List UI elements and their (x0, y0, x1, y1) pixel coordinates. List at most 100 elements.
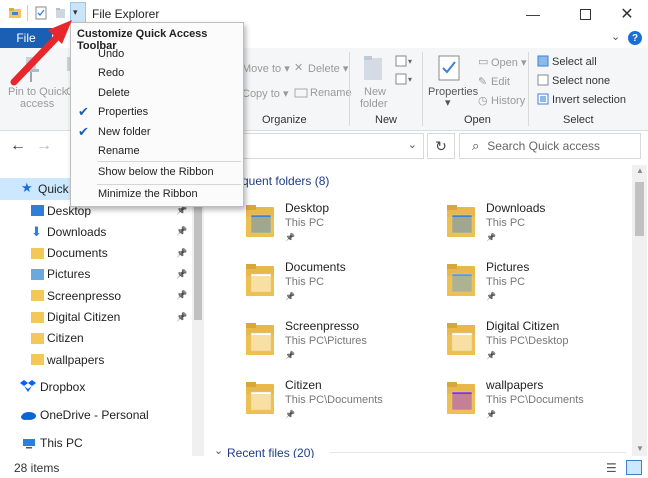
menu-item-properties[interactable]: ✔ Properties (71, 103, 243, 122)
folder-tile[interactable]: Downloads This PC 📌 (446, 201, 636, 257)
pin-icon: 📌 (176, 247, 188, 258)
minimize-button[interactable]: — (510, 0, 556, 28)
select-none-button[interactable]: Select none (552, 75, 610, 87)
folder-name: Pictures (486, 260, 530, 274)
menu-item-label: Minimize the Ribbon (98, 188, 198, 200)
content-scroll-thumb[interactable] (635, 182, 644, 236)
folder-name: Screenpresso (285, 319, 360, 333)
folder-tile[interactable]: wallpapers This PC\Documents 📌 (446, 378, 636, 434)
collapse-ribbon-icon[interactable]: ⌄ (611, 30, 620, 43)
folder-name: wallpapers (486, 378, 544, 392)
folder-icon (447, 382, 475, 414)
new-folder-label[interactable]: New (364, 86, 386, 98)
nav-item-digital-citizen[interactable]: Digital Citizen 📌 (0, 307, 192, 328)
scroll-down-icon[interactable]: ▼ (636, 444, 644, 453)
move-to-button[interactable]: Move to ▾ (242, 62, 290, 75)
menu-item-undo[interactable]: Undo (71, 45, 243, 64)
nav-item-label: Screenpresso (47, 288, 122, 303)
menu-item-rename[interactable]: Rename (71, 142, 243, 161)
search-box[interactable]: ⌕ Search Quick access (459, 133, 641, 159)
select-all-button[interactable]: Select all (552, 56, 597, 68)
refresh-icon: ↻ (435, 137, 447, 154)
section-divider (330, 452, 626, 453)
chevron-down-icon[interactable]: ⌄ (408, 138, 417, 151)
folder-icon (31, 354, 44, 366)
collapse-section-icon[interactable]: ⌄ (214, 444, 223, 457)
frequent-folders-header[interactable]: quent folders (8) (242, 174, 329, 188)
menu-item-redo[interactable]: Redo (71, 64, 243, 83)
scroll-up-icon[interactable]: ▲ (636, 166, 644, 175)
close-icon: ✕ (620, 6, 634, 23)
tiles-view-icon[interactable] (626, 460, 642, 475)
history-button[interactable]: History (491, 95, 525, 107)
folder-tile[interactable]: Digital Citizen This PC\Desktop 📌 (446, 319, 636, 375)
nav-item-dropbox-label[interactable]: Dropbox (40, 380, 85, 394)
pin-icon: 📌 (486, 233, 496, 242)
folder-icon (246, 323, 274, 355)
menu-item-label: Rename (98, 145, 140, 157)
dropbox-icon (20, 380, 36, 392)
open-button[interactable]: Open ▾ (491, 56, 527, 69)
menu-item-delete[interactable]: Delete (71, 84, 243, 103)
nav-item-citizen[interactable]: Citizen (0, 328, 192, 349)
nav-item-documents[interactable]: Documents 📌 (0, 243, 192, 264)
folder-tile[interactable]: Screenpresso This PC\Pictures 📌 (245, 319, 435, 375)
nav-item-dropbox[interactable] (20, 379, 36, 393)
nav-item-onedrive[interactable]: OneDrive - Personal (40, 408, 149, 422)
delete-button[interactable]: Delete ▾ (308, 62, 348, 75)
properties-icon (438, 55, 460, 81)
nav-item-this-pc[interactable]: This PC (40, 436, 83, 450)
menu-item-label: Delete (98, 86, 130, 99)
pin-icon: 📌 (176, 226, 188, 237)
maximize-button[interactable] (562, 0, 608, 28)
folder-name: Downloads (486, 201, 546, 215)
menu-item-label: Undo (98, 48, 125, 60)
new-item-icons[interactable]: ▾ ▾ (394, 54, 416, 90)
menu-item-new-folder[interactable]: ✔ New folder (71, 123, 243, 142)
pin-icon: 📌 (486, 292, 496, 301)
nav-item-downloads[interactable]: ⬇ Downloads 📌 (0, 221, 192, 242)
nav-item-label: wallpapers (47, 352, 105, 367)
folder-tile[interactable]: Pictures This PC 📌 (446, 260, 636, 316)
folder-icon (447, 264, 475, 296)
back-arrow-icon[interactable]: ← (10, 137, 26, 155)
menu-item-show-below[interactable]: Show below the Ribbon (71, 163, 243, 182)
status-bar (0, 458, 648, 478)
folder-name: Documents (285, 260, 346, 274)
search-placeholder[interactable]: Search Quick access (487, 139, 600, 153)
pin-quick-access-label-2: access (20, 98, 55, 110)
group-organize-label: Organize (262, 114, 307, 126)
pin-icon: 📌 (486, 410, 496, 419)
folder-icon (31, 311, 44, 323)
close-button[interactable]: ✕ (604, 0, 648, 28)
help-icon[interactable]: ? (628, 31, 642, 45)
menu-item-minimize[interactable]: Minimize the Ribbon (71, 185, 243, 204)
window-title: File Explorer (92, 7, 160, 21)
menu-item-label: New folder (98, 125, 151, 138)
forward-arrow-icon[interactable]: → (36, 137, 52, 155)
rename-button[interactable]: Rename (310, 87, 352, 99)
properties-button[interactable]: Properties (428, 86, 478, 98)
nav-item-pictures[interactable]: Pictures 📌 (0, 264, 192, 285)
folder-tile[interactable]: Desktop This PC 📌 (245, 201, 435, 257)
refresh-button[interactable]: ↻ (427, 133, 455, 159)
folder-icon (31, 290, 44, 302)
nav-item-wallpapers[interactable]: wallpapers (0, 349, 192, 370)
ribbon-separator (349, 52, 350, 126)
pin-icon: 📌 (176, 268, 188, 279)
copy-to-button[interactable]: Copy to ▾ (242, 87, 289, 100)
pictures-icon (31, 268, 44, 280)
nav-item-label: Citizen (47, 331, 84, 346)
nav-item-screenpresso[interactable]: Screenpresso 📌 (0, 285, 192, 306)
invert-selection-button[interactable]: Invert selection (552, 94, 626, 106)
menu-separator (97, 161, 241, 162)
edit-button[interactable]: Edit (491, 76, 510, 88)
folder-tile[interactable]: Documents This PC 📌 (245, 260, 435, 316)
folder-tile[interactable]: Citizen This PC\Documents 📌 (245, 378, 435, 434)
folder-path: This PC\Desktop (486, 335, 569, 347)
invert-selection-icon (537, 93, 549, 105)
minimize-icon: — (526, 6, 540, 22)
details-view-icon[interactable]: ☰ (606, 461, 617, 475)
nav-item-label: Pictures (47, 267, 91, 282)
folder-icon (31, 332, 44, 344)
